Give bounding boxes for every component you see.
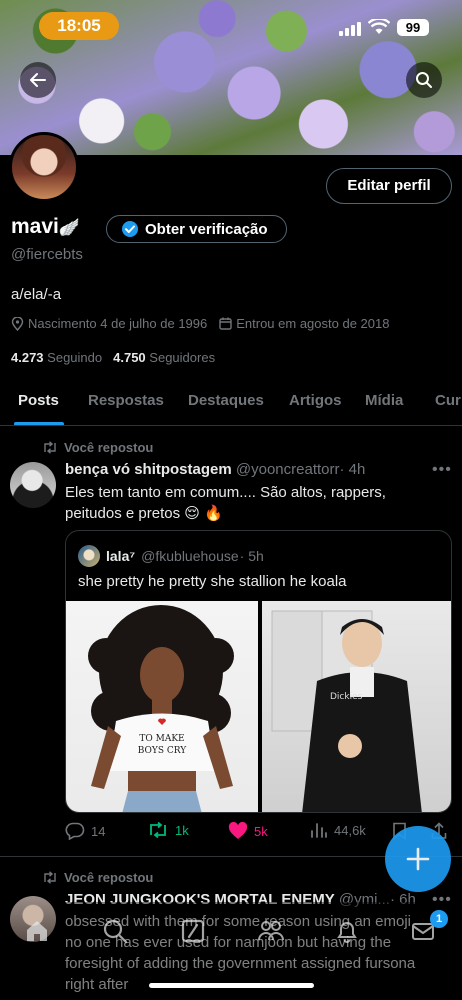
profile-avatar[interactable] [9, 132, 79, 202]
communities-icon [258, 921, 284, 941]
nav-search[interactable] [100, 916, 130, 946]
like-count: 5k [254, 823, 268, 839]
following-label: Seguindo [47, 350, 103, 365]
repost-active-icon [150, 822, 166, 838]
status-bar: 18:05 99 [0, 10, 462, 42]
search-icon [416, 72, 432, 88]
post-author-avatar[interactable] [10, 462, 56, 508]
repost-indicator: Você repostou [42, 440, 153, 455]
photo-man-illustration: Dickies [271, 610, 422, 812]
quoted-author-name[interactable]: lala⁷ [106, 548, 135, 564]
post-text-line: peitudos e pretos 😌 🔥 [65, 505, 223, 522]
joined-text: Entrou em agosto de 2018 [236, 316, 390, 331]
reply-button[interactable]: 14 [65, 822, 105, 840]
followers-label: Seguidores [149, 350, 216, 365]
quoted-author-handle[interactable]: @fkubluehouse [141, 548, 239, 564]
profile-meta: Nascimento 4 de julho de 1996 Entrou em … [11, 316, 389, 331]
search-button[interactable] [406, 62, 442, 98]
tab-likes[interactable]: Cur [435, 392, 461, 409]
repost-icon [44, 871, 56, 884]
like-button[interactable]: 5k [228, 822, 268, 840]
quoted-image-left[interactable]: TO MAKE BOYS CRY [66, 601, 258, 812]
back-button[interactable] [20, 62, 56, 98]
post-author-handle[interactable]: @yooncreattorr [236, 461, 340, 478]
post-author-name[interactable]: bença vó shitpostagem [65, 461, 232, 478]
battery-icon: 99 [397, 19, 429, 36]
reply-count: 14 [91, 823, 106, 839]
post-text: Eles tem tanto em comum.... São altos, r… [65, 482, 445, 524]
follow-stats: 4.273 Seguindo 4.750 Seguidores [11, 350, 215, 365]
bell-icon [337, 922, 357, 943]
repost-label: Você repostou [64, 870, 154, 885]
grok-icon [181, 919, 205, 943]
profile-name: mavi🪽 [11, 215, 80, 239]
signal-icon [339, 22, 361, 36]
quoted-author-avatar[interactable] [78, 545, 100, 567]
views-count: 44,6k [334, 822, 366, 838]
following-count: 4.273 [11, 350, 44, 365]
compose-post-button[interactable] [385, 826, 451, 892]
repost-label: Você repostou [64, 440, 154, 455]
shirt-text-top: TO MAKE [139, 734, 184, 744]
nav-communities[interactable] [256, 916, 286, 946]
nav-home[interactable] [22, 916, 52, 946]
profile-tabs: Posts Respostas Destaques Artigos Mídia … [0, 380, 462, 426]
calendar-icon [219, 317, 232, 330]
location-pin-icon [11, 316, 24, 331]
following-link[interactable]: 4.273 Seguindo [11, 350, 102, 365]
birth-info: Nascimento 4 de julho de 1996 [11, 316, 207, 331]
profile-bio: a/ela/-a [11, 286, 62, 303]
repost-count: 1k [175, 822, 189, 838]
get-verified-button[interactable]: Obter verificação [106, 215, 287, 243]
profile-name-text: mavi [11, 215, 59, 238]
repost-icon [44, 441, 56, 454]
home-indicator[interactable] [149, 983, 314, 988]
quoted-image-right[interactable]: Dickies [262, 601, 451, 812]
quoted-post[interactable]: lala⁷ @fkubluehouse · 5h she pretty he pr… [65, 530, 452, 813]
wing-emoji: 🪽 [58, 218, 81, 237]
jacket-label: Dickies [330, 692, 363, 702]
tab-articles[interactable]: Artigos [289, 392, 342, 409]
messages-badge: 1 [430, 910, 448, 928]
tab-replies[interactable]: Respostas [88, 392, 164, 409]
post-header: bença vó shitpostagem @yooncreattorr· 4h [65, 461, 365, 478]
tab-posts[interactable]: Posts [18, 392, 59, 409]
arrow-left-icon [30, 73, 46, 87]
nav-notifications[interactable] [332, 916, 362, 946]
shirt-text-bottom: BOYS CRY [138, 746, 188, 756]
joined-info: Entrou em agosto de 2018 [219, 316, 389, 331]
profile-handle: @fiercebts [11, 246, 83, 263]
active-tab-indicator [14, 422, 64, 425]
photo-woman-illustration: TO MAKE BOYS CRY [88, 605, 234, 812]
edit-profile-button[interactable]: Editar perfil [326, 168, 452, 204]
plus-icon [406, 847, 430, 871]
quoted-post-time: · 5h [239, 548, 264, 564]
more-options-icon[interactable]: ••• [432, 461, 452, 479]
nav-grok[interactable] [178, 916, 208, 946]
tab-highlights[interactable]: Destaques [188, 392, 264, 409]
tab-media[interactable]: Mídia [365, 392, 403, 409]
verified-badge-icon [122, 221, 138, 237]
status-time: 18:05 [39, 12, 119, 40]
views-button[interactable]: 44,6k [310, 822, 366, 838]
reply-icon [65, 822, 85, 840]
search-icon [103, 919, 128, 944]
repost-indicator: Você repostou [42, 870, 153, 885]
wifi-icon [368, 19, 390, 34]
views-chart-icon [311, 823, 327, 838]
get-verified-label: Obter verificação [145, 220, 268, 238]
followers-count: 4.750 [113, 350, 146, 365]
post-time: · 4h [339, 461, 366, 478]
heart-filled-icon [228, 822, 248, 839]
post-text-line: Eles tem tanto em comum.... São altos, r… [65, 484, 386, 501]
repost-button[interactable]: 1k [147, 822, 189, 838]
quoted-post-text: she pretty he pretty she stallion he koa… [78, 573, 347, 590]
quoted-post-header: lala⁷ @fkubluehouse · 5h [78, 545, 264, 567]
followers-link[interactable]: 4.750 Seguidores [113, 350, 215, 365]
birth-text: Nascimento 4 de julho de 1996 [28, 316, 208, 331]
home-icon [27, 921, 47, 941]
